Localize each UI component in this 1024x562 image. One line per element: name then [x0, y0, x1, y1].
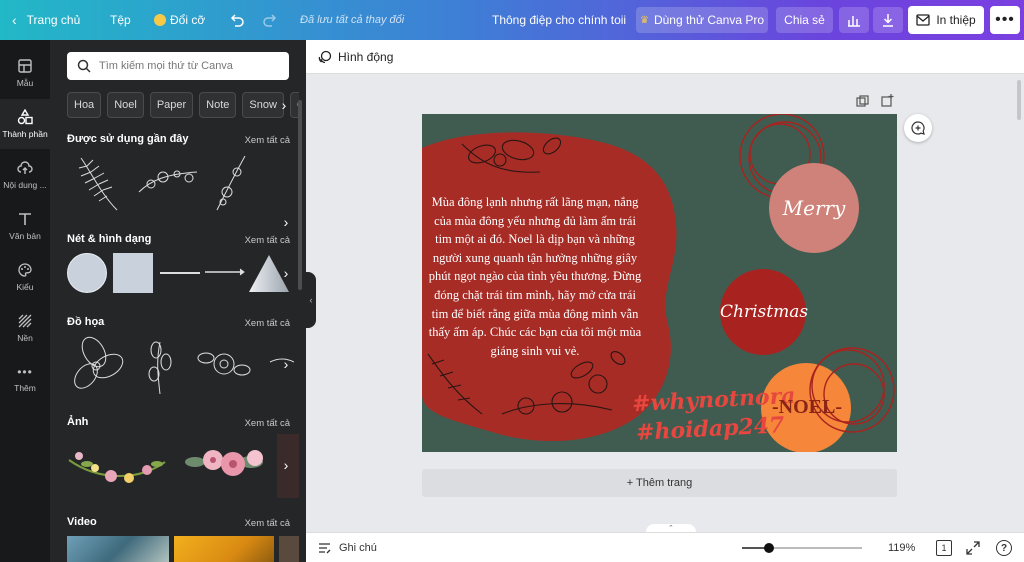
graphics-next-arrow[interactable]: ›	[278, 354, 294, 374]
chips-next-arrow[interactable]: ›	[276, 95, 292, 115]
chip-note[interactable]: Note	[199, 92, 237, 118]
see-all-photos[interactable]: Xem tất cả	[245, 418, 290, 429]
elements-icon	[17, 109, 33, 125]
chevron-left-icon: ‹	[309, 295, 313, 305]
rail-item-templates[interactable]: Mẫu	[0, 48, 50, 98]
see-all-videos[interactable]: Xem tất cả	[245, 518, 290, 529]
noel-text[interactable]: -NOEL-	[762, 396, 852, 419]
chip-noel[interactable]: Noel	[107, 92, 144, 118]
suggestion-chips: Hoa Noel Paper Note Snow Ch	[67, 92, 299, 118]
more-icon: •••	[995, 11, 1015, 28]
rail-item-uploads[interactable]: Nội dung ...	[0, 150, 50, 200]
photos-next-arrow[interactable]: ›	[278, 455, 294, 475]
section-title-photos: Ảnh	[67, 416, 89, 428]
elements-panel: Hoa Noel Paper Note Snow Ch › Được sử dụ…	[50, 40, 306, 562]
lines-next-arrow[interactable]: ›	[278, 263, 294, 283]
rail-item-text[interactable]: Văn bản	[0, 201, 50, 251]
video-thumbnail[interactable]	[279, 536, 299, 562]
zoom-slider[interactable]	[742, 543, 862, 553]
recent-graphics-row[interactable]	[67, 150, 289, 214]
rail-item-background[interactable]: Nền	[0, 303, 50, 353]
bottom-bar: Ghi chú 119% 1 ?	[306, 532, 1024, 562]
expand-icon	[966, 541, 980, 555]
comment-button[interactable]	[904, 114, 932, 142]
circle-shape[interactable]	[67, 253, 107, 293]
rail-item-elements[interactable]: Thành phần	[0, 99, 50, 149]
see-all-graphics[interactable]: Xem tất cả	[245, 318, 290, 329]
try-pro-button[interactable]: ♛ Dùng thử Canva Pro	[636, 7, 768, 33]
undo-button[interactable]	[229, 0, 245, 40]
notes-button[interactable]: Ghi chú	[318, 533, 377, 562]
video-thumbnail[interactable]	[67, 536, 169, 562]
editor-toolbar: Hình động	[306, 40, 1024, 74]
insights-button[interactable]	[839, 7, 869, 33]
add-comment-icon	[911, 121, 925, 135]
page-count-button[interactable]: 1	[936, 540, 952, 556]
section-title-graphics: Đồ họa	[67, 316, 105, 328]
redo-icon	[263, 14, 277, 27]
zoom-level[interactable]: 119%	[888, 542, 915, 554]
text-icon	[19, 213, 31, 225]
see-all-lines[interactable]: Xem tất cả	[245, 235, 290, 246]
add-page-button[interactable]: + Thêm trang	[422, 469, 897, 497]
search-icon	[77, 59, 91, 73]
line-shape[interactable]	[160, 272, 200, 274]
merry-text[interactable]: Merry	[772, 196, 856, 220]
section-title-lines: Nét & hình dạng	[67, 233, 152, 245]
graphics-row[interactable]	[64, 332, 294, 398]
search-box[interactable]	[67, 52, 289, 80]
collapse-panel-button[interactable]: ‹	[306, 272, 316, 328]
see-all-recent[interactable]: Xem tất cả	[245, 135, 290, 146]
left-rail: Mẫu Thành phần Nội dung ... Văn bản Kiểu…	[0, 40, 50, 562]
more-options-button[interactable]: •••	[990, 6, 1020, 34]
recent-next-arrow[interactable]: ›	[278, 212, 294, 232]
help-button[interactable]: ?	[996, 540, 1012, 556]
square-shape[interactable]	[113, 253, 153, 293]
video-thumbnail[interactable]	[174, 536, 274, 562]
palette-icon	[18, 263, 32, 277]
search-input[interactable]	[99, 60, 279, 72]
zoom-slider-handle[interactable]	[764, 543, 774, 553]
home-button[interactable]: ‹ Trang chủ	[12, 0, 80, 40]
card-message-text[interactable]: Mùa đông lạnh nhưng rất lãng mạn, nắng c…	[428, 193, 642, 360]
section-title-videos: Video	[67, 516, 97, 528]
cloud-upload-icon	[17, 161, 33, 174]
resize-button[interactable]: Đổi cỡ	[154, 0, 205, 40]
share-button[interactable]: Chia sẻ	[776, 7, 833, 33]
chip-hoa[interactable]: Hoa	[67, 92, 102, 118]
templates-icon	[18, 59, 32, 73]
notes-icon	[319, 543, 331, 554]
duplicate-page-icon[interactable]	[856, 95, 869, 113]
rail-item-more[interactable]: ••• Thêm	[0, 354, 50, 404]
panel-scrollbar[interactable]	[298, 100, 302, 290]
animate-button[interactable]: Hình động	[338, 50, 393, 64]
add-page-icon[interactable]	[881, 94, 894, 112]
save-status: Đã lưu tất cả thay đổi	[300, 14, 405, 26]
animate-icon[interactable]	[318, 50, 332, 64]
envelope-icon	[916, 14, 930, 26]
download-button[interactable]	[873, 7, 903, 33]
redo-button[interactable]	[262, 0, 278, 40]
crown-icon: ♛	[639, 14, 649, 26]
undo-icon	[230, 14, 244, 27]
christmas-text[interactable]: Christmas	[720, 302, 808, 322]
crown-icon	[154, 14, 166, 26]
document-title[interactable]: Thông điệp cho chính toii	[492, 0, 626, 40]
photos-row[interactable]	[67, 434, 299, 498]
background-icon	[18, 314, 32, 328]
arrow-line-shape[interactable]	[204, 266, 248, 278]
section-title-recent: Được sử dụng gần đây	[67, 133, 189, 145]
download-icon	[883, 14, 893, 27]
rail-item-styles[interactable]: Kiểu	[0, 252, 50, 302]
file-menu[interactable]: Tệp	[110, 0, 131, 40]
vertical-scrollbar[interactable]	[1016, 76, 1022, 520]
chip-paper[interactable]: Paper	[149, 92, 194, 118]
more-icon: •••	[17, 365, 33, 379]
print-button[interactable]: In thiệp	[908, 6, 984, 34]
top-bar: ‹ Trang chủ Tệp Đổi cỡ Đã lưu tất cả tha…	[0, 0, 1024, 40]
chevron-left-icon: ‹	[12, 12, 17, 28]
fullscreen-button[interactable]	[966, 541, 980, 558]
bar-chart-icon	[848, 16, 860, 27]
